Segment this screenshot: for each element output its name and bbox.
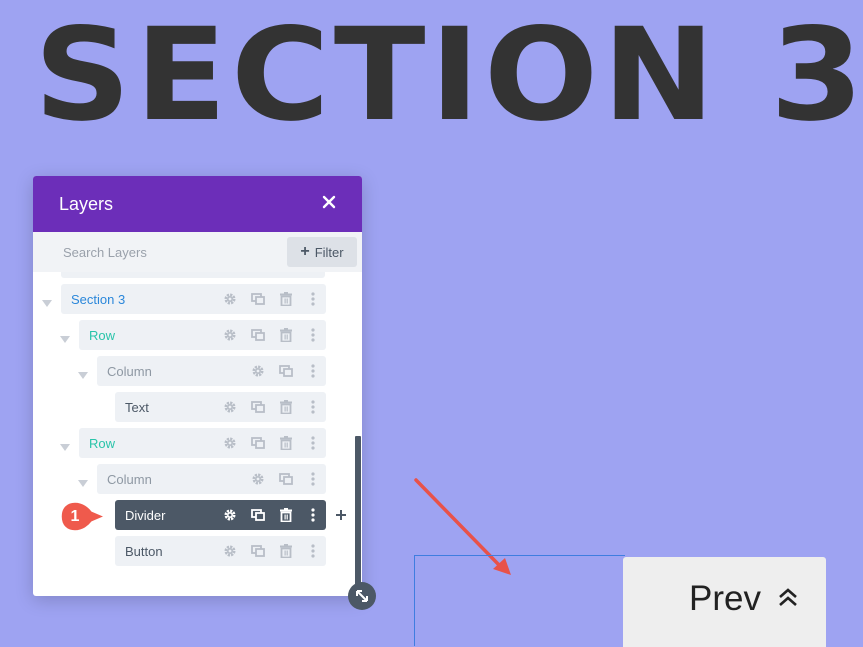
- duplicate-icon[interactable]: [244, 284, 272, 314]
- layer-label: Row: [89, 435, 116, 451]
- layer-item-column[interactable]: Column: [97, 464, 326, 494]
- layer-actions: [244, 356, 326, 386]
- collapse-toggle-icon[interactable]: [60, 439, 70, 451]
- trash-icon[interactable]: [272, 428, 300, 458]
- layers-tree: Section 3 Row Column Text Row Column Div…: [33, 272, 362, 596]
- layer-item-section[interactable]: Section 3: [61, 284, 326, 314]
- more-options-icon[interactable]: [300, 536, 326, 566]
- settings-gear-icon[interactable]: [216, 536, 244, 566]
- more-options-icon[interactable]: [300, 428, 326, 458]
- layers-search-bar: + Filter: [33, 232, 362, 272]
- collapse-toggle-icon[interactable]: [78, 367, 88, 379]
- layers-panel-header: Layers: [33, 176, 362, 232]
- settings-gear-icon[interactable]: [216, 284, 244, 314]
- more-options-icon[interactable]: [300, 284, 326, 314]
- collapse-toggle-icon[interactable]: [42, 295, 52, 307]
- settings-gear-icon[interactable]: [244, 464, 272, 494]
- layer-label: Section 3: [71, 291, 126, 307]
- previous-layer-stub: [61, 272, 325, 278]
- duplicate-icon[interactable]: [244, 500, 272, 530]
- filter-button[interactable]: + Filter: [287, 237, 357, 267]
- duplicate-icon[interactable]: [272, 356, 300, 386]
- layer-label: Column: [107, 471, 152, 487]
- collapse-toggle-icon[interactable]: [78, 475, 88, 487]
- section-heading: SECTION 3: [34, 1, 863, 150]
- layer-item-row[interactable]: Row: [79, 428, 326, 458]
- trash-icon[interactable]: [272, 500, 300, 530]
- more-options-icon[interactable]: [300, 320, 326, 350]
- duplicate-icon[interactable]: [244, 392, 272, 422]
- divider-element-outline[interactable]: [414, 555, 625, 646]
- layer-item-module[interactable]: Text: [115, 392, 326, 422]
- trash-icon[interactable]: [272, 284, 300, 314]
- layer-label: Row: [89, 327, 116, 343]
- layer-label: Text: [125, 399, 149, 415]
- layers-panel: Layers + Filter Section 3: [33, 176, 376, 610]
- layers-panel-title: Layers: [59, 194, 114, 214]
- layer-item-row[interactable]: Row: [79, 320, 326, 350]
- layer-label: Divider: [125, 507, 166, 523]
- layer-actions: [216, 392, 326, 422]
- settings-gear-icon[interactable]: [216, 392, 244, 422]
- plus-icon: +: [300, 243, 310, 260]
- callout-number: 1: [70, 507, 80, 525]
- layer-label: Button: [125, 543, 163, 559]
- layer-actions: [216, 428, 326, 458]
- layer-actions: [216, 536, 326, 566]
- search-layers-input[interactable]: [51, 240, 295, 264]
- layer-actions: [216, 320, 326, 350]
- layer-actions: [216, 284, 326, 314]
- trash-icon[interactable]: [272, 536, 300, 566]
- prev-button-label: Prev: [689, 579, 761, 618]
- duplicate-icon[interactable]: [244, 428, 272, 458]
- add-module-icon[interactable]: [334, 508, 348, 522]
- layer-label: Column: [107, 363, 152, 379]
- trash-icon[interactable]: [272, 320, 300, 350]
- settings-gear-icon[interactable]: [244, 356, 272, 386]
- collapse-toggle-icon[interactable]: [60, 331, 70, 343]
- trash-icon[interactable]: [272, 392, 300, 422]
- layer-item-column[interactable]: Column: [97, 356, 326, 386]
- duplicate-icon[interactable]: [244, 536, 272, 566]
- layer-actions: [216, 500, 326, 530]
- double-chevron-up-icon: [777, 587, 799, 610]
- duplicate-icon[interactable]: [272, 464, 300, 494]
- settings-gear-icon[interactable]: [216, 320, 244, 350]
- more-options-icon[interactable]: [300, 500, 326, 530]
- layer-actions: [244, 464, 326, 494]
- settings-gear-icon[interactable]: [216, 500, 244, 530]
- more-options-icon[interactable]: [300, 356, 326, 386]
- layer-item-module[interactable]: Button: [115, 536, 326, 566]
- layers-scrollbar[interactable]: [355, 436, 361, 586]
- resize-handle-icon[interactable]: [348, 582, 376, 610]
- layer-item-divider-selected[interactable]: Divider: [115, 500, 326, 530]
- filter-label: Filter: [314, 244, 344, 260]
- close-icon[interactable]: [320, 193, 338, 211]
- more-options-icon[interactable]: [300, 392, 326, 422]
- settings-gear-icon[interactable]: [216, 428, 244, 458]
- duplicate-icon[interactable]: [244, 320, 272, 350]
- more-options-icon[interactable]: [300, 464, 326, 494]
